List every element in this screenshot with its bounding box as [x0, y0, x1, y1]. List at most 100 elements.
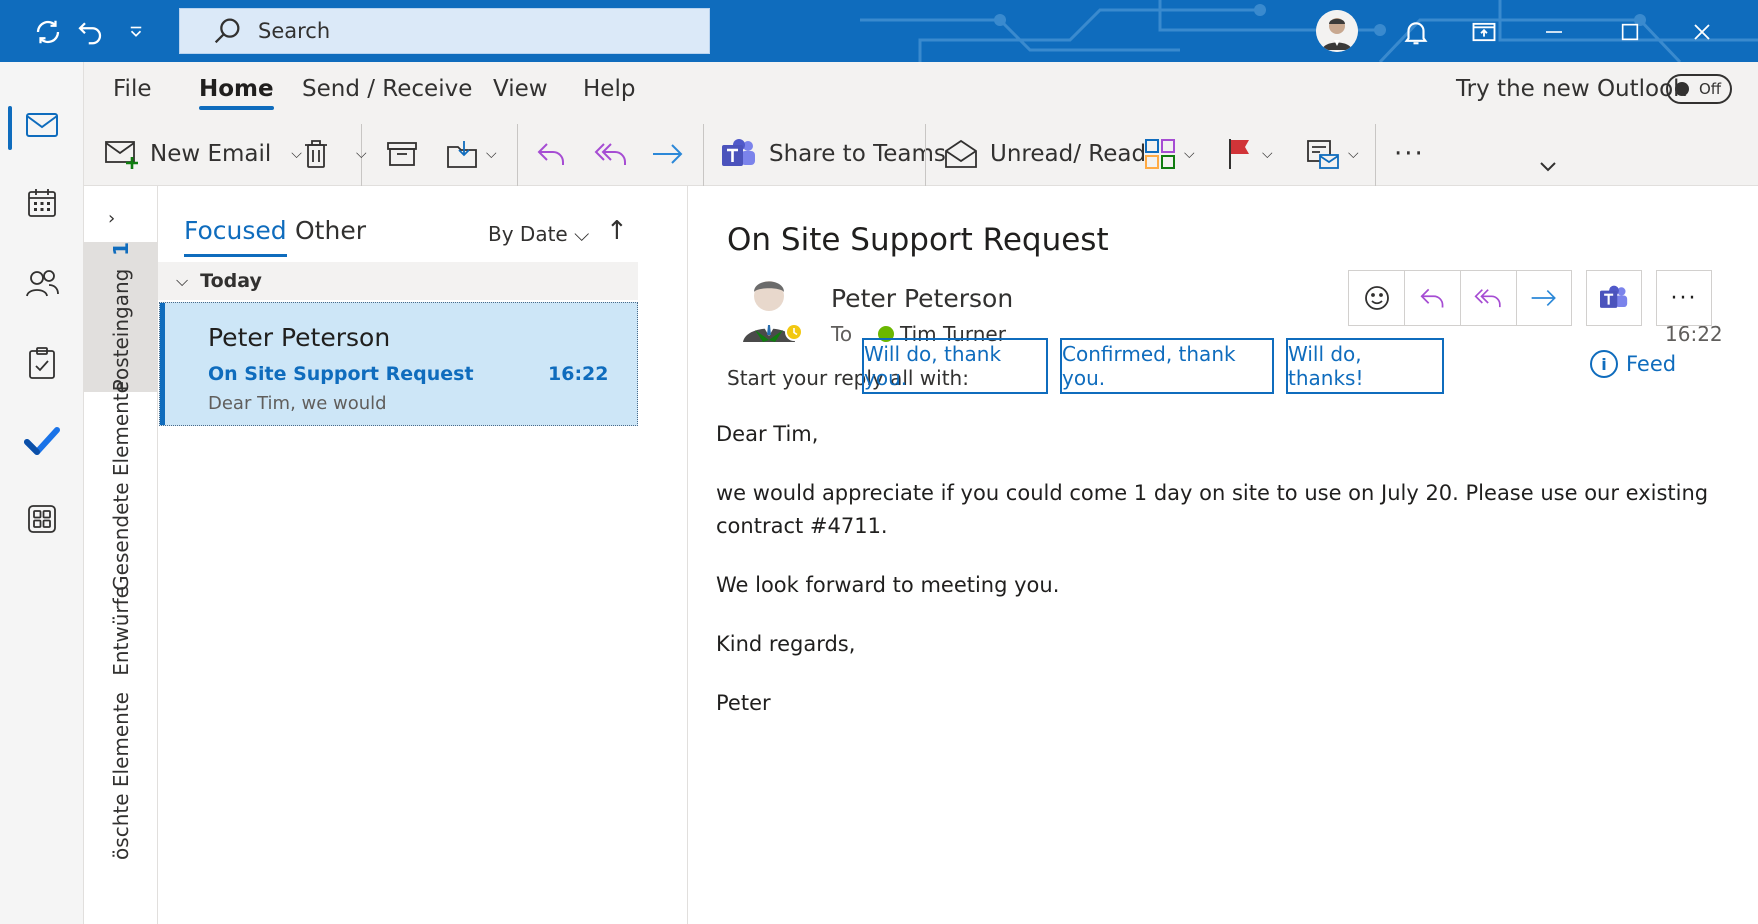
- more-actions-button[interactable]: ···: [1656, 270, 1712, 326]
- search-input[interactable]: [256, 18, 676, 44]
- search-box[interactable]: [179, 8, 710, 54]
- message-time: 16:22: [548, 363, 609, 385]
- suggested-reply-2[interactable]: Confirmed, thank you.: [1060, 338, 1274, 394]
- chevron-down-icon[interactable]: ⌵: [486, 146, 497, 162]
- expand-folder-pane-icon[interactable]: ›: [108, 208, 115, 229]
- categorize-button[interactable]: ⌵: [1144, 132, 1195, 176]
- reply-button-inline[interactable]: [1404, 270, 1460, 326]
- tasks-icon[interactable]: [0, 330, 84, 396]
- tab-focused[interactable]: Focused: [184, 216, 287, 257]
- emoji-reaction-button[interactable]: [1348, 270, 1404, 326]
- new-email-button[interactable]: New Email ⌵: [104, 132, 302, 176]
- toggle-state: Off: [1699, 80, 1722, 98]
- chevron-down-icon[interactable]: ⌵: [1262, 146, 1273, 162]
- reply-all-button-inline[interactable]: [1460, 270, 1516, 326]
- unread-read-label: Unread/ Read: [990, 141, 1147, 167]
- reply-all-button[interactable]: [594, 132, 630, 176]
- minimize-icon[interactable]: [1536, 14, 1572, 50]
- chevron-down-icon[interactable]: ⌵: [356, 146, 367, 162]
- body-paragraph: Peter: [716, 691, 771, 715]
- tab-other[interactable]: Other: [295, 216, 366, 245]
- tab-help[interactable]: Help: [583, 76, 635, 102]
- quick-access-dropdown-icon[interactable]: [118, 14, 154, 50]
- try-new-outlook-toggle[interactable]: Off: [1666, 74, 1732, 104]
- apps-icon[interactable]: [0, 486, 84, 552]
- chevron-down-icon[interactable]: ⌵: [1348, 146, 1359, 162]
- new-email-label: New Email: [150, 141, 272, 167]
- reply-button[interactable]: [536, 132, 568, 176]
- body-paragraph: Kind regards,: [716, 632, 856, 656]
- more-options-button[interactable]: ···: [1394, 132, 1425, 176]
- reply-all-icon: [594, 143, 626, 165]
- maximize-icon[interactable]: [1612, 14, 1648, 50]
- forward-button-inline[interactable]: [1516, 270, 1572, 326]
- teams-button-inline[interactable]: [1586, 270, 1642, 326]
- move-to-folder-icon: [447, 141, 477, 168]
- teams-icon: [722, 139, 755, 166]
- folder-inbox-label: Posteingang 1: [109, 242, 133, 391]
- app-navigation-rail: [0, 62, 84, 924]
- forward-icon: [1531, 290, 1556, 306]
- share-to-teams-label: Share to Teams: [769, 141, 946, 167]
- sender-name[interactable]: Peter Peterson: [831, 284, 1013, 313]
- chevron-down-icon[interactable]: ⌵: [291, 146, 302, 162]
- sort-label: By Date: [488, 222, 568, 246]
- restore-window-icon[interactable]: [1466, 14, 1502, 50]
- close-icon[interactable]: [1684, 14, 1720, 50]
- try-new-outlook-label: Try the new Outlook: [1456, 76, 1687, 102]
- user-avatar[interactable]: [1316, 10, 1358, 52]
- message-preview: Dear Tim, we would: [208, 393, 387, 414]
- open-envelope-icon: [945, 139, 977, 168]
- mail-icon[interactable]: [0, 92, 84, 158]
- selection-indicator: [160, 303, 165, 425]
- sort-by-date-dropdown[interactable]: By Date ⌵: [488, 222, 589, 246]
- chevron-down-icon[interactable]: ⌵: [1184, 146, 1195, 162]
- mail-body: Dear Tim, we would appreciate if you cou…: [716, 418, 1716, 746]
- tab-home[interactable]: Home: [199, 76, 274, 110]
- tab-send-receive[interactable]: Send / Receive: [302, 76, 472, 102]
- folder-inbox[interactable]: Posteingang 1: [84, 242, 158, 392]
- ribbon-collapse-icon[interactable]: [1538, 144, 1558, 188]
- folder-sent[interactable]: Gesendete Elemente: [84, 381, 158, 591]
- group-label: Today: [200, 270, 262, 292]
- calendar-icon[interactable]: [0, 170, 84, 236]
- sender-avatar[interactable]: [739, 274, 805, 346]
- todo-check-icon[interactable]: [0, 408, 84, 474]
- body-paragraph: We look forward to meeting you.: [716, 573, 1060, 597]
- flag-button[interactable]: ⌵: [1226, 132, 1273, 176]
- rules-button[interactable]: ⌵: [1306, 132, 1359, 176]
- archive-button[interactable]: [386, 132, 418, 176]
- message-sender: Peter Peterson: [208, 323, 391, 352]
- feedback-button[interactable]: i Feed: [1590, 350, 1676, 378]
- rules-icon: [1307, 140, 1339, 169]
- move-button[interactable]: ⌵: [446, 132, 497, 176]
- message-list: Focused Other By Date ⌵ ↑ ⌵ Today Peter …: [158, 186, 688, 924]
- share-to-teams-button[interactable]: Share to Teams: [721, 132, 946, 176]
- people-icon[interactable]: [0, 250, 84, 316]
- trash-icon: [305, 140, 327, 168]
- forward-button[interactable]: [651, 132, 685, 176]
- unread-read-button[interactable]: Unread/ Read: [944, 132, 1146, 176]
- delete-button[interactable]: ⌵: [302, 132, 367, 176]
- suggested-reply-1[interactable]: Will do, thank you.: [862, 338, 1048, 394]
- suggested-reply-3[interactable]: Will do, thanks!: [1286, 338, 1444, 394]
- ribbon-divider: [703, 124, 704, 186]
- tab-view[interactable]: View: [493, 76, 548, 102]
- folder-deleted[interactable]: öschte Elemente: [84, 686, 158, 924]
- group-header-today[interactable]: ⌵ Today: [158, 262, 638, 300]
- folder-deleted-label: öschte Elemente: [109, 692, 133, 860]
- collapse-group-icon[interactable]: ⌵: [176, 271, 188, 291]
- sort-direction-arrow-icon[interactable]: ↑: [606, 216, 628, 246]
- undo-icon[interactable]: [72, 14, 108, 50]
- to-label: To: [831, 322, 853, 346]
- folder-drafts[interactable]: Entwürfe: [84, 586, 158, 676]
- mail-subject: On Site Support Request: [727, 222, 1109, 258]
- sync-icon[interactable]: [30, 14, 66, 50]
- tab-file[interactable]: File: [113, 76, 152, 102]
- bell-icon[interactable]: [1398, 14, 1434, 50]
- body-paragraph: Dear Tim,: [716, 422, 819, 446]
- reading-pane: On Site Support Request Peter Peterson T…: [688, 186, 1758, 924]
- list-item[interactable]: Peter Peterson On Site Support Request 1…: [159, 302, 638, 426]
